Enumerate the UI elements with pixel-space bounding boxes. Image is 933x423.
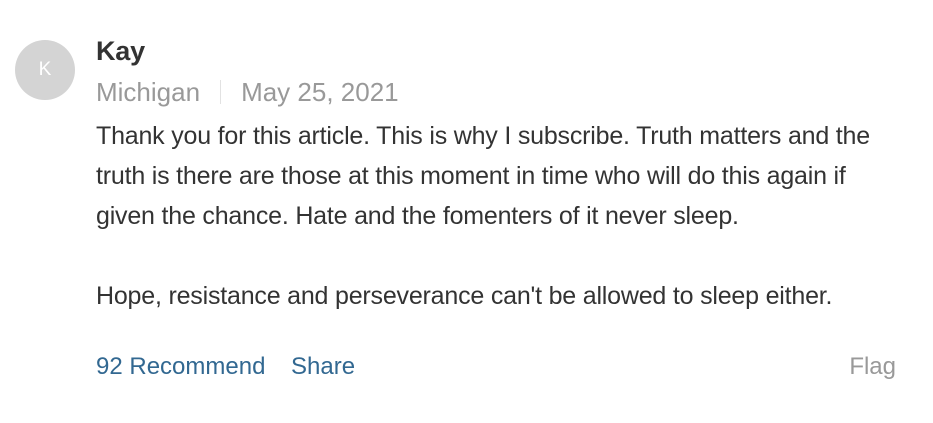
flag-button[interactable]: Flag [849, 350, 896, 384]
comment-text: Thank you for this article. This is why … [96, 116, 906, 316]
share-button[interactable]: Share [291, 350, 355, 384]
meta-divider [220, 80, 222, 104]
comment-paragraph: Hope, resistance and perseverance can't … [96, 282, 833, 310]
avatar: K [15, 40, 75, 100]
recommend-button[interactable]: 92 Recommend [96, 350, 265, 384]
comment-location: Michigan [96, 77, 201, 107]
comment-meta: Michigan May 25, 2021 [96, 76, 906, 108]
comment-body: Kay Michigan May 25, 2021 Thank you for … [96, 34, 906, 316]
comment-paragraph: Thank you for this article. This is why … [96, 122, 870, 230]
comment-actions: 92 Recommend Share Flag [96, 350, 896, 384]
avatar-initial: K [38, 59, 52, 80]
comment-date: May 25, 2021 [241, 77, 399, 107]
comment-card: K Kay Michigan May 25, 2021 Thank you fo… [0, 0, 933, 423]
comment-author[interactable]: Kay [96, 34, 906, 68]
